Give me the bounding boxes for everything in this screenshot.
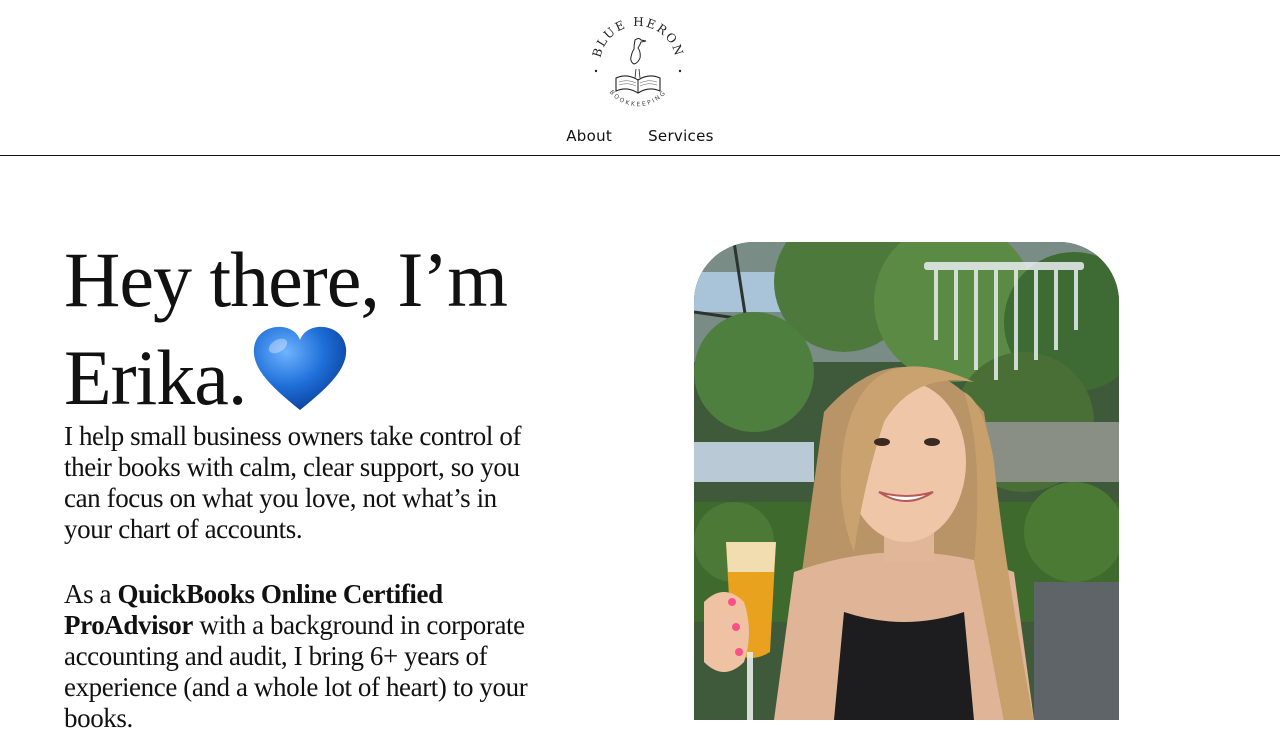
nav-item-services[interactable]: Services [648, 127, 714, 145]
hero-experience-text: As a QuickBooks Online Certified ProAdvi… [64, 579, 544, 734]
heron-book-icon: BLUE HERON BOOKKEEPING [590, 15, 687, 108]
hero-intro-text: I help small business owners take contro… [64, 421, 522, 544]
logo-top-text: BLUE HERON [590, 15, 685, 59]
erika-portrait-photo [694, 242, 1119, 720]
blue-heron-logo[interactable]: BLUE HERON BOOKKEEPING [588, 12, 688, 112]
svg-text:BLUE HERON: BLUE HERON [590, 15, 687, 59]
main-nav: About Services [0, 127, 1280, 145]
experience-prefix: As a [64, 579, 118, 609]
hero-heading: Hey there, I’m Erika. [64, 241, 584, 417]
site-header: BLUE HERON BOOKKEEPING About Services [0, 0, 1280, 156]
nav-item-about[interactable]: About [566, 127, 612, 145]
portrait-illustration [694, 242, 1119, 720]
blue-heart-icon [250, 324, 350, 422]
